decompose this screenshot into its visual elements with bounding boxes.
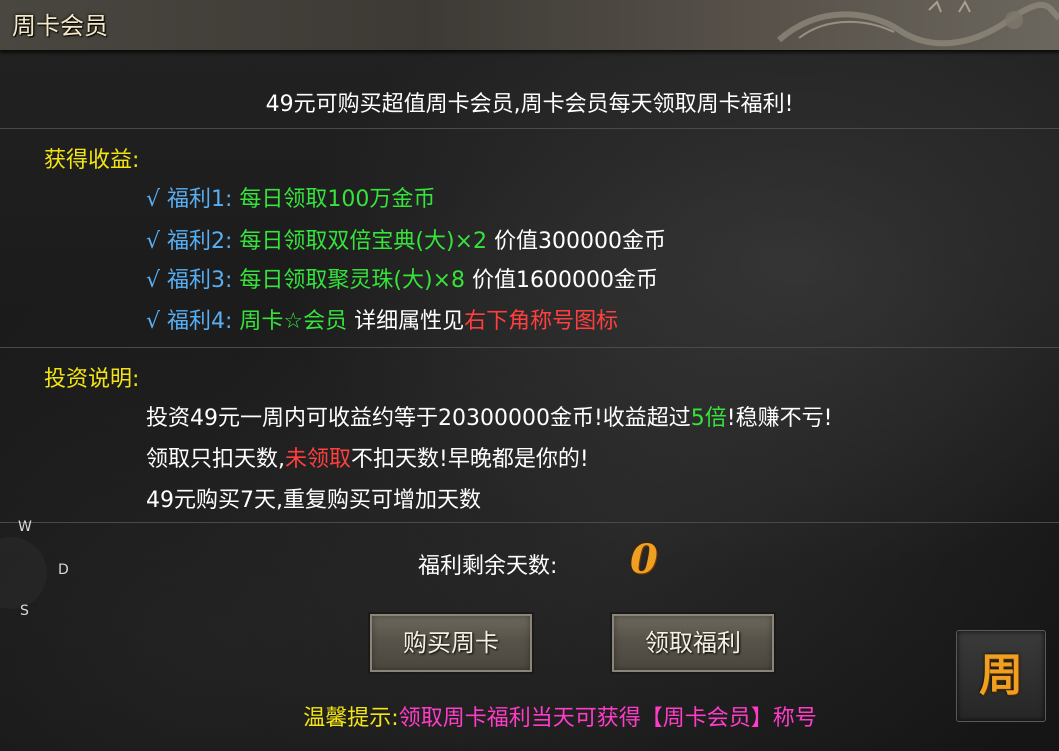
divider — [0, 522, 1059, 523]
investment-highlight: 未领取 — [285, 447, 352, 472]
benefit-label: √ 福利2: — [146, 229, 233, 254]
benefit-text: 每日领取100万金币 — [239, 187, 436, 212]
investment-text: 不扣天数!早晚都是你的! — [351, 447, 589, 472]
investment-line: 领取只扣天数,未领取不扣天数!早晚都是你的! — [146, 441, 589, 473]
remaining-days-label: 福利剩余天数: — [418, 554, 558, 579]
investment-line: 49元购买7天,重复购买可增加天数 — [146, 488, 481, 513]
investment-text: 投资49元一周内可收益约等于20300000金币!收益超过 — [146, 406, 691, 431]
benefit-row: √ 福利2: 每日领取双倍宝典(大)×2 价值300000金币 — [146, 223, 666, 255]
benefit-text: 周卡☆会员 — [239, 309, 348, 334]
compass-d: D — [58, 562, 69, 578]
dragon-ornament-icon — [777, 0, 1059, 47]
benefit-label: √ 福利4: — [146, 309, 233, 334]
window-title: 周卡会员 — [12, 12, 108, 40]
benefit-text: 每日领取双倍宝典(大)×2 — [239, 229, 488, 254]
benefit-row: √ 福利1: 每日领取100万金币 — [146, 181, 435, 213]
buy-weekly-card-button[interactable]: 购买周卡 — [368, 612, 534, 674]
investment-heading: 投资说明: — [44, 367, 140, 392]
tip-line: 温馨提示:领取周卡福利当天可获得【周卡会员】称号 — [0, 700, 1059, 732]
benefit-value: 详细属性见 — [347, 309, 465, 334]
divider — [0, 347, 1059, 348]
benefits-heading: 获得收益: — [44, 148, 140, 173]
benefit-label: √ 福利3: — [146, 268, 233, 293]
investment-text: 领取只扣天数, — [146, 447, 285, 472]
benefit-highlight: 右下角称号图标 — [464, 309, 619, 334]
compass-w: W — [18, 519, 32, 535]
investment-line: 投资49元一周内可收益约等于20300000金币!收益超过5倍!稳赚不亏! — [146, 400, 832, 432]
minimap-compass: W D S — [0, 515, 90, 625]
investment-multiplier: 5倍 — [690, 406, 727, 431]
intro-text: 49元可购买超值周卡会员,周卡会员每天领取周卡福利! — [265, 92, 794, 117]
investment-text: !稳赚不亏! — [726, 406, 833, 431]
benefit-row: √ 福利4: 周卡☆会员 详细属性见右下角称号图标 — [146, 303, 618, 335]
title-bar: 周卡会员 — [0, 0, 1059, 51]
divider — [0, 128, 1059, 129]
compass-s: S — [20, 603, 29, 619]
benefit-row: √ 福利3: 每日领取聚灵珠(大)×8 价值1600000金币 — [146, 262, 658, 294]
compass-disc — [0, 537, 47, 609]
tip-text: 领取周卡福利当天可获得【周卡会员】称号 — [398, 706, 817, 731]
benefit-label: √ 福利1: — [146, 187, 233, 212]
remaining-days-value: 0 — [630, 536, 658, 583]
claim-benefit-button[interactable]: 领取福利 — [610, 612, 776, 674]
benefit-value: 价值1600000金币 — [465, 268, 659, 293]
benefit-value: 价值300000金币 — [487, 229, 667, 254]
benefit-text: 每日领取聚灵珠(大)×8 — [239, 268, 466, 293]
tip-label: 温馨提示: — [303, 706, 399, 731]
